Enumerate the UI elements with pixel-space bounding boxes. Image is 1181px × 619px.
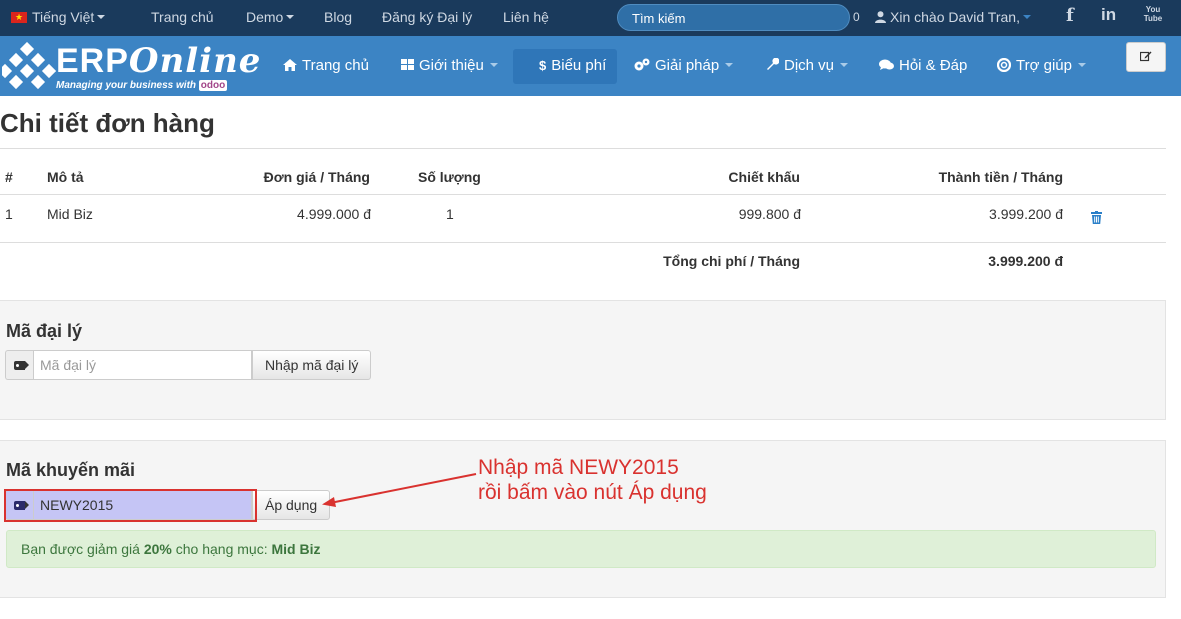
- nav-item-label: Giới thiệu: [419, 57, 484, 74]
- youtube-icon[interactable]: You Tube: [1143, 5, 1163, 23]
- promo-input-highlight: [4, 489, 257, 522]
- enter-agent-code-button[interactable]: Nhập mã đại lý: [252, 350, 372, 380]
- linkedin-icon[interactable]: in: [1101, 5, 1116, 25]
- page-title: Chi tiết đơn hàng: [0, 108, 215, 138]
- user-icon: [875, 11, 886, 23]
- cart-count: 0: [853, 10, 860, 24]
- top-link-blog[interactable]: Blog: [324, 9, 352, 25]
- nav-item-about[interactable]: Giới thiệu: [391, 49, 508, 84]
- discount-alert: Bạn được giảm giá 20% cho hạng mục: Mid …: [6, 530, 1156, 568]
- top-link-demo[interactable]: Demo: [246, 9, 295, 25]
- wrench-icon: [767, 57, 780, 70]
- alert-middle: cho hạng mục:: [175, 541, 268, 557]
- nav-item-label: Trang chủ: [302, 57, 369, 74]
- nav-item-help[interactable]: Trợ giúp: [987, 49, 1096, 84]
- agent-code-panel: Mã đại lý Nhập mã đại lý: [0, 300, 1166, 420]
- chevron-down-icon: [286, 15, 295, 19]
- total-label: Tổng chi phí / Tháng: [663, 253, 800, 269]
- row-description: Mid Biz: [47, 206, 93, 222]
- top-link-contact[interactable]: Liên hệ: [503, 9, 549, 25]
- col-header-quantity: Số lượng: [418, 169, 481, 185]
- nav-item-services[interactable]: Dịch vụ: [756, 49, 858, 84]
- trash-icon[interactable]: [1091, 211, 1102, 224]
- col-header-description: Mô tả: [47, 169, 84, 185]
- alert-prefix: Bạn được giảm giá: [21, 541, 140, 557]
- brand-online: Online: [128, 41, 262, 81]
- nav-item-label: Hỏi & Đáp: [899, 57, 968, 74]
- annotation-line-2: rồi bấm vào nút Áp dụng: [478, 481, 707, 504]
- brand-name: ERPOnline: [56, 44, 261, 78]
- facebook-icon[interactable]: f: [1066, 5, 1074, 26]
- brand-tagline-text: Managing your business with: [56, 80, 197, 91]
- user-menu[interactable]: Xin chào David Tran,: [875, 9, 1031, 25]
- col-header-total: Thành tiền / Tháng: [938, 169, 1063, 185]
- brand-erp: ERP: [56, 42, 129, 80]
- language-selector[interactable]: Tiếng Việt: [11, 9, 106, 25]
- agent-code-heading: Mã đại lý: [6, 321, 83, 341]
- agent-code-input[interactable]: [33, 350, 252, 380]
- alert-item: Mid Biz: [271, 541, 321, 557]
- row-total: 3.999.200 đ: [989, 206, 1063, 222]
- apply-promo-button[interactable]: Áp dụng: [252, 490, 331, 520]
- top-bar: Tiếng Việt Trang chủ Demo Blog Đăng ký Đ…: [0, 0, 1181, 36]
- edit-icon: [1139, 51, 1152, 62]
- table-row-border: [0, 242, 1166, 243]
- dollar-icon: $: [539, 58, 547, 73]
- nav-item-home[interactable]: Trang chủ: [273, 49, 379, 84]
- promo-code-heading: Mã khuyến mãi: [6, 460, 136, 480]
- col-header-unit-price: Đơn giá / Tháng: [263, 169, 370, 185]
- chevron-down-icon: [725, 63, 734, 67]
- brand-tagline: Managing your business with odoo: [56, 80, 228, 91]
- nav-item-faq[interactable]: Hỏi & Đáp: [869, 49, 977, 84]
- instruction-annotation: Nhập mã NEWY2015 rồi bấm vào nút Áp dụng: [478, 455, 707, 505]
- nav-item-label: Trợ giúp: [1016, 57, 1072, 74]
- edit-button[interactable]: [1126, 42, 1166, 72]
- chevron-down-icon: [489, 63, 498, 67]
- cogs-icon: [634, 58, 650, 71]
- top-link-agent-register[interactable]: Đăng ký Đại lý: [382, 9, 472, 25]
- chevron-down-icon: [1022, 15, 1031, 19]
- odoo-logo: odoo: [198, 80, 228, 91]
- table-top-border: [0, 148, 1166, 149]
- table-header-border: [0, 194, 1166, 195]
- home-icon: [283, 59, 297, 71]
- alert-percent: 20%: [143, 541, 172, 557]
- erp-online-logo[interactable]: ERPOnline Managing your business with od…: [2, 42, 260, 92]
- row-number: 1: [5, 206, 13, 222]
- row-quantity: 1: [446, 206, 454, 222]
- youtube-label: You Tube: [1143, 5, 1163, 23]
- nav-item-label: Giải pháp: [655, 57, 720, 74]
- top-link-home[interactable]: Trang chủ: [151, 9, 214, 25]
- search-input[interactable]: Tìm kiếm: [617, 4, 850, 31]
- logo-diamonds-icon: [2, 42, 56, 90]
- agent-code-group: Nhập mã đại lý: [5, 350, 372, 380]
- nav-item-solutions[interactable]: Giải pháp: [624, 49, 743, 84]
- nav-item-pricing[interactable]: $ Biểu phí: [513, 49, 617, 84]
- tag-icon: [14, 361, 29, 370]
- total-value: 3.999.200 đ: [988, 253, 1063, 269]
- vietnam-flag-icon: [11, 11, 27, 23]
- top-link-demo-label: Demo: [246, 9, 284, 25]
- comments-icon: [879, 59, 894, 70]
- nav-item-label: Biểu phí: [551, 57, 607, 74]
- user-greeting: Xin chào David Tran,: [890, 9, 1020, 25]
- chevron-down-icon: [1077, 63, 1086, 67]
- grid-icon: [401, 59, 414, 70]
- row-discount: 999.800 đ: [738, 206, 801, 222]
- main-navbar: ERPOnline Managing your business with od…: [0, 36, 1181, 96]
- lifebuoy-icon: [996, 57, 1012, 73]
- col-header-number: #: [5, 169, 13, 185]
- annotation-line-1: Nhập mã NEWY2015: [478, 456, 679, 479]
- chevron-down-icon: [840, 63, 849, 67]
- nav-item-label: Dịch vụ: [784, 57, 835, 74]
- row-unit-price: 4.999.000 đ: [297, 206, 371, 222]
- col-header-discount: Chiết khấu: [728, 169, 800, 185]
- agent-code-addon: [5, 350, 33, 380]
- language-label: Tiếng Việt: [32, 9, 95, 25]
- chevron-down-icon: [97, 15, 106, 19]
